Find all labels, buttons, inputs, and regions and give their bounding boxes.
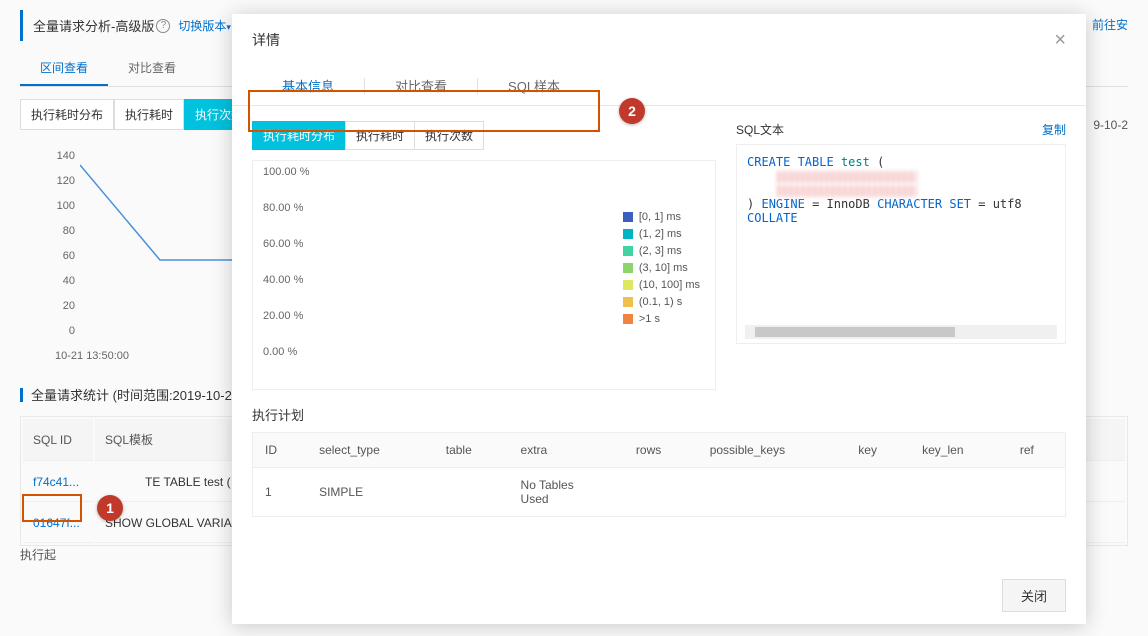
chevron-down-icon: ▾ — [226, 22, 231, 32]
page-title: 全量请求分析-高级版 — [33, 16, 154, 35]
sql-id-link[interactable]: f74c41... — [33, 475, 79, 489]
plan-col: extra — [509, 433, 624, 468]
tab-latency[interactable]: 执行耗时 — [114, 99, 184, 130]
plan-col: ID — [253, 433, 308, 468]
sql-label: SQL文本 — [736, 121, 784, 138]
plan-col: rows — [624, 433, 698, 468]
modal-body: 执行耗时分布 执行耗时 执行次数 100.00 % 80.00 % 60.00 … — [232, 106, 1086, 567]
annotation-badge-2: 2 — [619, 98, 645, 124]
plan-col: key_len — [910, 433, 1008, 468]
sql-text-panel: SQL文本 复制 CREATE TABLE test ( ) ENGINE = … — [736, 121, 1066, 390]
legend-item[interactable]: >1 s — [623, 313, 700, 325]
copy-button[interactable]: 复制 — [1042, 121, 1066, 138]
x-axis-label: 10-21 13:50:00 — [55, 350, 129, 362]
plan-col: key — [846, 433, 910, 468]
table-row: 1 SIMPLE No Tables Used — [253, 468, 1066, 517]
horizontal-scrollbar[interactable] — [745, 325, 1057, 339]
modal-title: 详情 — [252, 30, 280, 50]
legend-item[interactable]: (10, 100] ms — [623, 279, 700, 291]
legend-item[interactable]: (1, 2] ms — [623, 228, 700, 240]
col-sql-id[interactable]: SQL ID — [23, 419, 93, 461]
annotation-box-2 — [248, 90, 600, 132]
annotation-badge-1: 1 — [97, 495, 123, 521]
line-chart-svg — [80, 155, 240, 345]
sql-code[interactable]: CREATE TABLE test ( ) ENGINE = InnoDB CH… — [736, 144, 1066, 344]
close-icon[interactable]: × — [1054, 30, 1066, 50]
plan-col: ref — [1008, 433, 1066, 468]
legend-item[interactable]: (0.1, 1) s — [623, 296, 700, 308]
close-button[interactable]: 关闭 — [1002, 579, 1066, 612]
annotation-box-1 — [22, 494, 82, 522]
date-range-right: 9-10-2 — [1093, 118, 1128, 132]
latency-dist-chart: 100.00 % 80.00 % 60.00 % 40.00 % 20.00 %… — [252, 160, 716, 390]
plan-col: select_type — [307, 433, 434, 468]
exec-plan-table: IDselect_typetableextrarowspossible_keys… — [252, 432, 1066, 517]
plan-col: possible_keys — [698, 433, 847, 468]
tab-interval-view[interactable]: 区间查看 — [20, 51, 108, 86]
plan-col: table — [434, 433, 509, 468]
col-exec-start: 执行起 — [20, 548, 56, 562]
chart-legend: [0, 1] ms (1, 2] ms (2, 3] ms (3, 10] ms (10… — [623, 211, 700, 330]
chart-y-labels: 100.00 % 80.00 % 60.00 % 40.00 % 20.00 %… — [263, 166, 309, 382]
modal-footer: 关闭 — [232, 567, 1086, 624]
legend-item[interactable]: (2, 3] ms — [623, 245, 700, 257]
exec-plan-title: 执行计划 — [252, 405, 1066, 424]
redacted-icon — [777, 185, 917, 197]
redacted-icon — [777, 171, 917, 183]
legend-item[interactable]: [0, 1] ms — [623, 211, 700, 223]
help-icon[interactable]: ? — [156, 19, 170, 33]
tab-compare-view[interactable]: 对比查看 — [108, 51, 196, 86]
switch-version-link[interactable]: 切换版本▾ — [178, 17, 231, 34]
tab-latency-dist[interactable]: 执行耗时分布 — [20, 99, 114, 130]
legend-item[interactable]: (3, 10] ms — [623, 262, 700, 274]
goto-link[interactable]: 前往安 — [1092, 16, 1128, 33]
modal-header: 详情 × — [232, 14, 1086, 66]
